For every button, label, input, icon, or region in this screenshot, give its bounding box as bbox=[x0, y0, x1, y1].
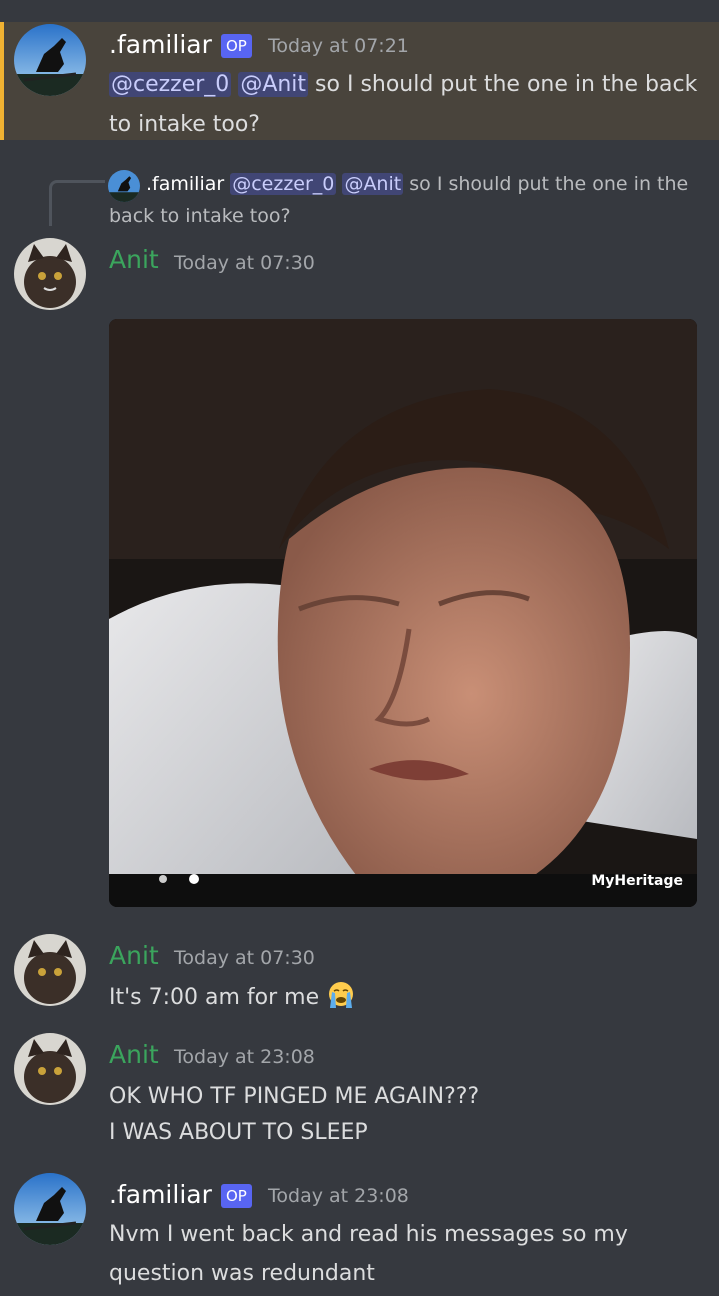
reply-mention-cezzer: @cezzer_0 bbox=[230, 173, 337, 195]
message-line-1: Nvm I went back and read his messages so… bbox=[109, 1222, 628, 1247]
gif-image bbox=[109, 319, 697, 907]
timestamp: Today at 07:30 bbox=[174, 252, 315, 274]
message-line-2: to intake too? bbox=[109, 112, 260, 137]
gif-watermark: MyHeritage bbox=[591, 873, 683, 889]
gif-attachment[interactable]: MyHeritage bbox=[109, 319, 697, 907]
reply-preview-line-1[interactable]: .familiar @cezzer_0 @Anit so I should pu… bbox=[146, 168, 688, 200]
op-badge: OP bbox=[221, 34, 252, 58]
avatar-familiar[interactable] bbox=[14, 1173, 86, 1245]
familiar-avatar-image bbox=[14, 1173, 86, 1245]
message-line-2: question was redundant bbox=[109, 1261, 375, 1286]
mention-anit[interactable]: @Anit bbox=[238, 72, 309, 97]
avatar-familiar[interactable] bbox=[14, 24, 86, 96]
anit-avatar-image bbox=[14, 934, 86, 1006]
familiar-avatar-image bbox=[108, 170, 140, 202]
author-name[interactable]: .familiar bbox=[109, 30, 212, 60]
timestamp: Today at 23:08 bbox=[268, 1185, 409, 1207]
op-badge: OP bbox=[221, 1184, 252, 1208]
message-line-2: I WAS ABOUT TO SLEEP bbox=[109, 1120, 368, 1145]
author-name[interactable]: Anit bbox=[109, 1040, 159, 1070]
loudly-crying-face-icon bbox=[329, 982, 354, 1008]
avatar-anit[interactable] bbox=[14, 934, 86, 1006]
message-line-1: @cezzer_0 @Anit so I should put the one … bbox=[109, 66, 697, 104]
author-name[interactable]: .familiar bbox=[109, 1180, 212, 1210]
timestamp: Today at 23:08 bbox=[174, 1046, 315, 1068]
timestamp: Today at 07:30 bbox=[174, 947, 315, 969]
reply-text: so I should put the one in the bbox=[409, 173, 689, 195]
avatar-anit[interactable] bbox=[14, 238, 86, 310]
author-name[interactable]: Anit bbox=[109, 245, 159, 275]
message-text: It's 7:00 am for me bbox=[109, 985, 320, 1010]
message-line-1: It's 7:00 am for me bbox=[109, 979, 356, 1017]
reply-mention-anit: @Anit bbox=[342, 173, 404, 195]
reply-author[interactable]: .familiar bbox=[146, 173, 224, 195]
reply-avatar[interactable] bbox=[108, 170, 140, 202]
message-text: so I should put the one in the back bbox=[315, 72, 698, 97]
familiar-avatar-image bbox=[14, 24, 86, 96]
anit-avatar-image bbox=[14, 1033, 86, 1105]
author-name[interactable]: Anit bbox=[109, 941, 159, 971]
reply-connector bbox=[49, 180, 105, 226]
timestamp: Today at 07:21 bbox=[268, 35, 409, 57]
anit-avatar-image bbox=[14, 238, 86, 310]
avatar-anit[interactable] bbox=[14, 1033, 86, 1105]
message-line-1: OK WHO TF PINGED ME AGAIN??? bbox=[109, 1084, 480, 1109]
mention-cezzer[interactable]: @cezzer_0 bbox=[109, 72, 232, 97]
reply-preview-line-2[interactable]: back to intake too? bbox=[109, 200, 291, 232]
